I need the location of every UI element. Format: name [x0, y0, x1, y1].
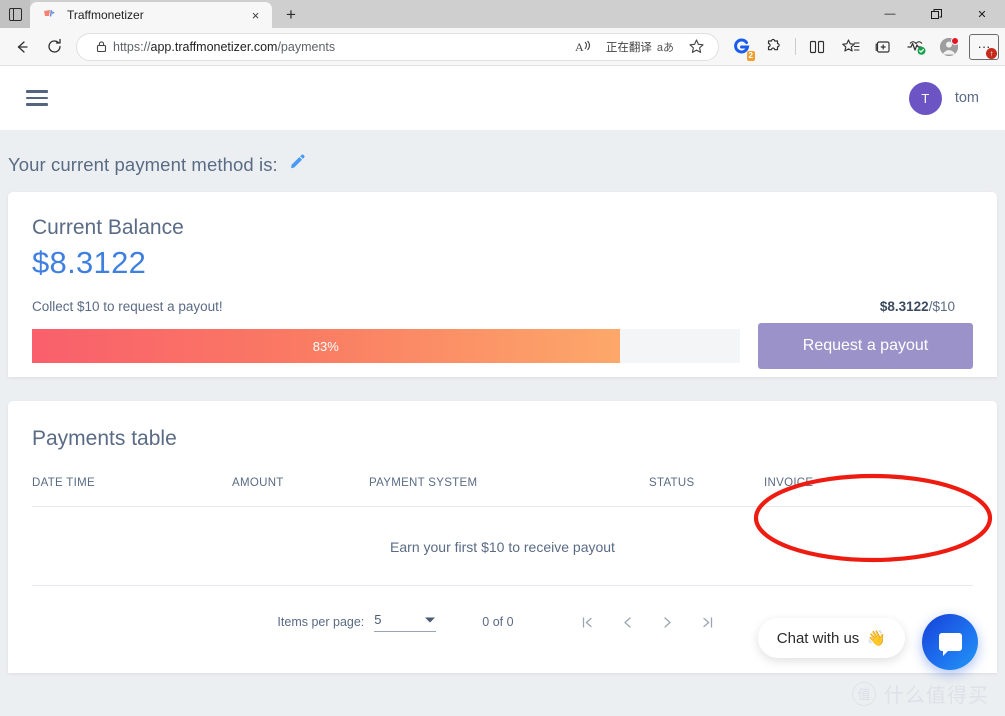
back-icon[interactable]: [6, 32, 38, 62]
table-header: DATE TIME AMOUNT PAYMENT SYSTEM STATUS I…: [32, 477, 973, 507]
balance-progress-info: Collect $10 to request a payout! $8.3122…: [32, 299, 973, 314]
items-per-page-select[interactable]: 5: [374, 612, 436, 632]
browser-tab[interactable]: Traffmonetizer ×: [30, 2, 272, 28]
star-icon[interactable]: [680, 32, 712, 62]
payments-table: DATE TIME AMOUNT PAYMENT SYSTEM STATUS I…: [32, 477, 973, 586]
next-page-button[interactable]: [648, 607, 688, 637]
items-per-page-label: Items per page:: [277, 615, 364, 629]
toolbar-divider: [795, 38, 796, 55]
chat-with-us-pill[interactable]: Chat with us 👋: [758, 618, 905, 658]
new-tab-button[interactable]: +: [276, 2, 306, 28]
table-header-row: DATE TIME AMOUNT PAYMENT SYSTEM STATUS I…: [32, 477, 973, 507]
browser-essentials-icon[interactable]: [900, 32, 932, 62]
progress-bar-track: 83%: [32, 329, 740, 363]
watermark-text: 什么值得买: [884, 679, 989, 708]
chevron-down-icon: [424, 613, 436, 627]
progress-bar-fill: 83%: [32, 329, 620, 363]
payment-method-label: Your current payment method is:: [8, 154, 278, 176]
chat-launcher-button[interactable]: [922, 614, 978, 670]
balance-title: Current Balance: [32, 216, 973, 240]
table-body: Earn your first $10 to receive payout: [32, 507, 973, 586]
address-bar[interactable]: https://app.traffmonetizer.com/payments …: [76, 33, 719, 61]
waving-hand-icon: 👋: [867, 629, 886, 647]
request-payout-button[interactable]: Request a payout: [758, 323, 973, 369]
page-range-label: 0 of 0: [482, 615, 513, 629]
translate-status[interactable]: 正在翻译 aあ: [602, 39, 678, 55]
column-status: STATUS: [649, 477, 764, 507]
table-row-empty: Earn your first $10 to receive payout: [32, 507, 973, 586]
hamburger-menu-icon[interactable]: [26, 88, 52, 108]
progress-ratio: $8.3122/$10: [880, 299, 973, 314]
add-tab-group-icon[interactable]: [867, 32, 899, 62]
empty-state-message: Earn your first $10 to receive payout: [32, 507, 973, 586]
chat-pill-text: Chat with us: [777, 630, 860, 647]
current-balance-card: Current Balance $8.3122 Collect $10 to r…: [8, 192, 997, 377]
progress-row: 83% Request a payout: [32, 323, 973, 369]
lock-icon: [89, 32, 113, 62]
browser-toolbar: https://app.traffmonetizer.com/payments …: [0, 28, 1005, 66]
settings-and-more-button[interactable]: ··· ↑: [969, 34, 999, 60]
translate-langs: aあ: [657, 39, 674, 55]
collect-hint: Collect $10 to request a payout!: [32, 299, 223, 314]
user-name: tom: [955, 90, 979, 106]
copilot-icon[interactable]: 2: [725, 32, 757, 62]
payment-method-row: Your current payment method is:: [0, 130, 1005, 192]
tab-actions-icon: [9, 8, 22, 21]
items-per-page-value: 5: [374, 612, 381, 627]
address-bar-actions: A 正在翻译 aあ: [568, 32, 712, 62]
profile-avatar: [940, 38, 958, 56]
column-date-time: DATE TIME: [32, 477, 232, 507]
split-screen-icon[interactable]: [801, 32, 833, 62]
traffmonetizer-logo-icon: [42, 7, 58, 23]
maximize-button[interactable]: [913, 0, 959, 28]
previous-page-button[interactable]: [608, 607, 648, 637]
update-badge-icon: ↑: [986, 48, 997, 59]
payments-table-title: Payments table: [32, 427, 973, 451]
progress-percent-label: 83%: [313, 339, 339, 354]
extensions-puzzle-icon[interactable]: [758, 32, 790, 62]
toolbar-actions: 2 ···: [725, 32, 999, 62]
profile-avatar-icon[interactable]: [933, 32, 965, 62]
tab-title: Traffmonetizer: [67, 8, 247, 22]
close-window-button[interactable]: ✕: [959, 0, 1005, 28]
user-account[interactable]: T tom: [909, 82, 979, 115]
reload-icon[interactable]: [38, 32, 70, 62]
pencil-edit-icon[interactable]: [287, 152, 308, 178]
column-payment-system: PAYMENT SYSTEM: [369, 477, 649, 507]
browser-window: Traffmonetizer × + — ✕ https:/: [0, 0, 1005, 716]
page-content: T tom Your current payment method is: Cu…: [0, 66, 1005, 716]
avatar: T: [909, 82, 942, 115]
svg-text:A: A: [575, 40, 584, 54]
read-aloud-icon[interactable]: A: [568, 32, 600, 62]
watermark: 值 什么值得买: [852, 679, 989, 708]
tab-actions-button[interactable]: [0, 0, 30, 28]
chat-bubble-icon: [939, 633, 962, 651]
address-bar-url: https://app.traffmonetizer.com/payments: [113, 40, 335, 54]
last-page-button[interactable]: [688, 607, 728, 637]
first-page-button[interactable]: [568, 607, 608, 637]
watermark-logo-icon: 值: [852, 682, 876, 706]
translate-label: 正在翻译: [606, 39, 652, 55]
balance-amount: $8.3122: [32, 245, 973, 281]
collections-icon[interactable]: [834, 32, 866, 62]
column-invoice: INVOICE: [764, 477, 973, 507]
tab-close-icon[interactable]: ×: [247, 7, 264, 24]
column-amount: AMOUNT: [232, 477, 369, 507]
copilot-badge-count: 2: [747, 51, 755, 61]
app-header: T tom: [0, 66, 1005, 130]
window-controls: — ✕: [867, 0, 1005, 28]
tab-strip: Traffmonetizer × + — ✕: [0, 0, 1005, 28]
minimize-button[interactable]: —: [867, 0, 913, 28]
